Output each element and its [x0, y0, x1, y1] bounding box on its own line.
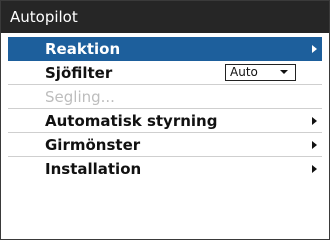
autopilot-menu: Reaktion Sjöfilter Auto Segling... Autom… — [1, 37, 329, 181]
menu-item-label: Girmönster — [45, 136, 141, 154]
chevron-right-icon — [312, 45, 317, 53]
menu-item-label: Automatisk styrning — [45, 112, 218, 130]
chevron-down-icon — [280, 70, 288, 74]
chevron-right-icon — [312, 165, 317, 173]
menu-item-sjofilter[interactable]: Sjöfilter Auto — [8, 61, 322, 85]
menu-item-label: Segling... — [45, 88, 115, 106]
menu-item-label: Sjöfilter — [45, 64, 113, 82]
menu-item-segling: Segling... — [8, 85, 322, 109]
chevron-right-icon — [312, 141, 317, 149]
menu-item-automatisk-styrning[interactable]: Automatisk styrning — [8, 109, 322, 133]
menu-item-label: Installation — [45, 160, 142, 178]
sjofilter-dropdown[interactable]: Auto — [225, 64, 296, 81]
menu-item-installation[interactable]: Installation — [8, 157, 322, 181]
menu-item-reaktion[interactable]: Reaktion — [8, 37, 322, 61]
menu-item-girmonster[interactable]: Girmönster — [8, 133, 322, 157]
menu-item-label: Reaktion — [45, 40, 121, 58]
autopilot-dialog: Autopilot Reaktion Sjöfilter Auto Seglin… — [0, 0, 330, 240]
dialog-title: Autopilot — [1, 1, 329, 33]
dropdown-value: Auto — [230, 65, 258, 79]
chevron-right-icon — [312, 117, 317, 125]
